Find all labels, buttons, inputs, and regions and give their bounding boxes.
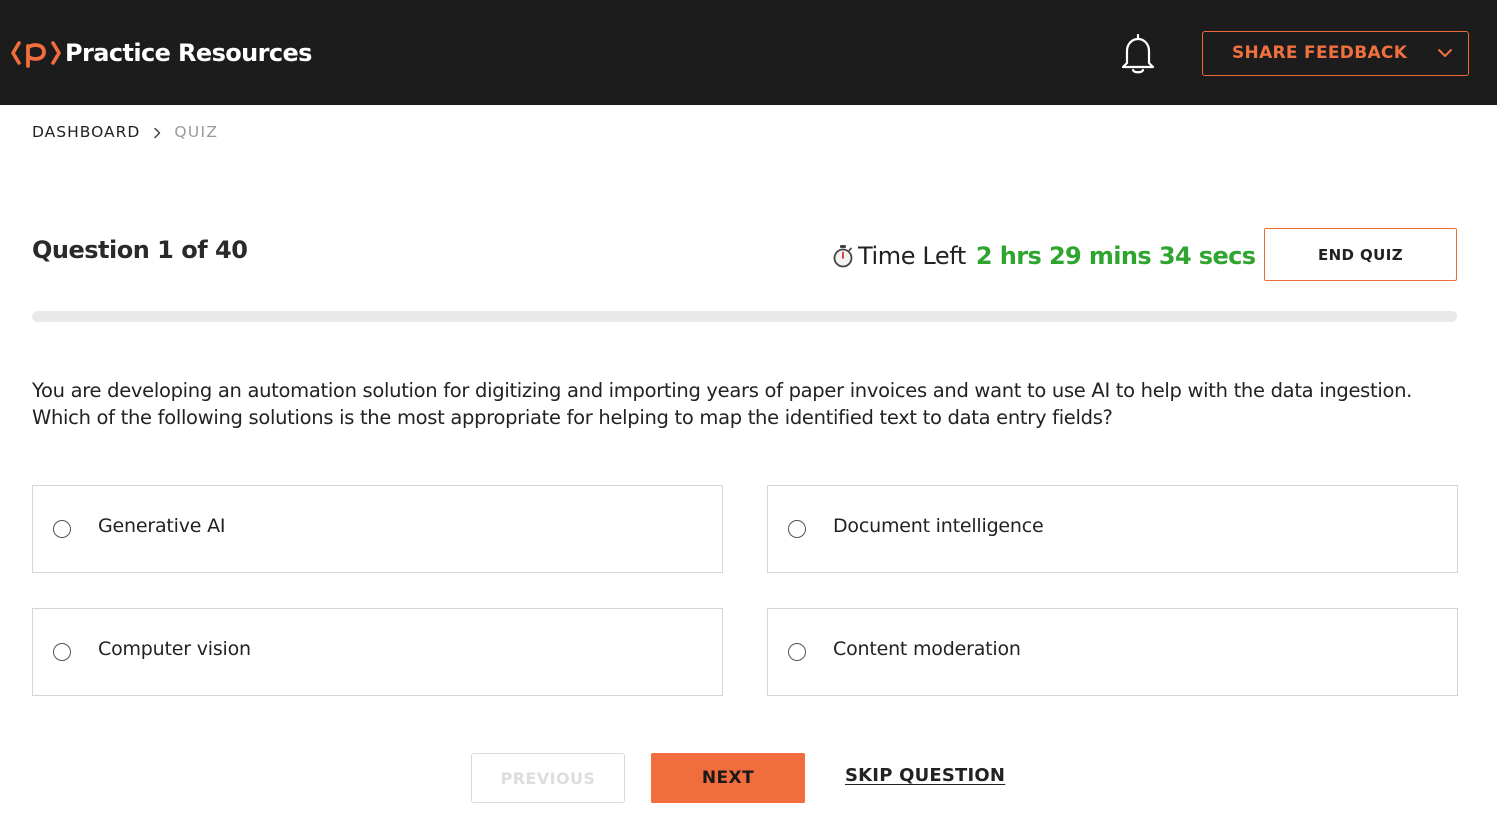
progress-bar [32, 311, 1457, 322]
timer-value: 2 hrs 29 mins 34 secs [975, 242, 1256, 270]
option-label: Computer vision [98, 638, 251, 660]
radio-icon[interactable] [53, 520, 71, 538]
skip-question-link[interactable]: SKIP QUESTION [845, 765, 1005, 786]
previous-button[interactable]: PREVIOUS [471, 753, 625, 803]
breadcrumb-current: QUIZ [174, 123, 219, 141]
brand-name: Practice Resources [65, 39, 312, 67]
stopwatch-icon [833, 245, 853, 268]
packt-logo-icon [11, 41, 61, 68]
chevron-right-icon [154, 127, 161, 139]
brand[interactable]: Practice Resources [11, 36, 312, 70]
share-feedback-label: SHARE FEEDBACK [1232, 43, 1408, 63]
option-computer-vision[interactable]: Computer vision [32, 608, 723, 696]
breadcrumb-dashboard-link[interactable]: DASHBOARD [32, 123, 140, 141]
option-generative-ai[interactable]: Generative AI [32, 485, 723, 573]
breadcrumb: DASHBOARD QUIZ [32, 122, 218, 142]
option-document-intelligence[interactable]: Document intelligence [767, 485, 1458, 573]
question-counter: Question 1 of 40 [32, 236, 248, 264]
timer: Time Left 2 hrs 29 mins 34 secs [832, 240, 1256, 272]
question-text: You are developing an automation solutio… [32, 379, 1413, 429]
radio-icon[interactable] [788, 520, 806, 538]
option-label: Generative AI [98, 515, 226, 537]
radio-icon[interactable] [788, 643, 806, 661]
share-feedback-button[interactable]: SHARE FEEDBACK [1202, 31, 1469, 76]
option-label: Document intelligence [833, 515, 1044, 537]
radio-icon[interactable] [53, 643, 71, 661]
option-label: Content moderation [833, 638, 1021, 660]
next-button[interactable]: NEXT [651, 753, 805, 803]
option-content-moderation[interactable]: Content moderation [767, 608, 1458, 696]
timer-label: Time Left [858, 242, 966, 270]
bell-icon[interactable] [1118, 31, 1158, 75]
end-quiz-button[interactable]: END QUIZ [1264, 228, 1457, 281]
chevron-down-icon [1438, 49, 1452, 57]
top-bar: Practice Resources SHARE FEEDBACK [0, 0, 1497, 105]
